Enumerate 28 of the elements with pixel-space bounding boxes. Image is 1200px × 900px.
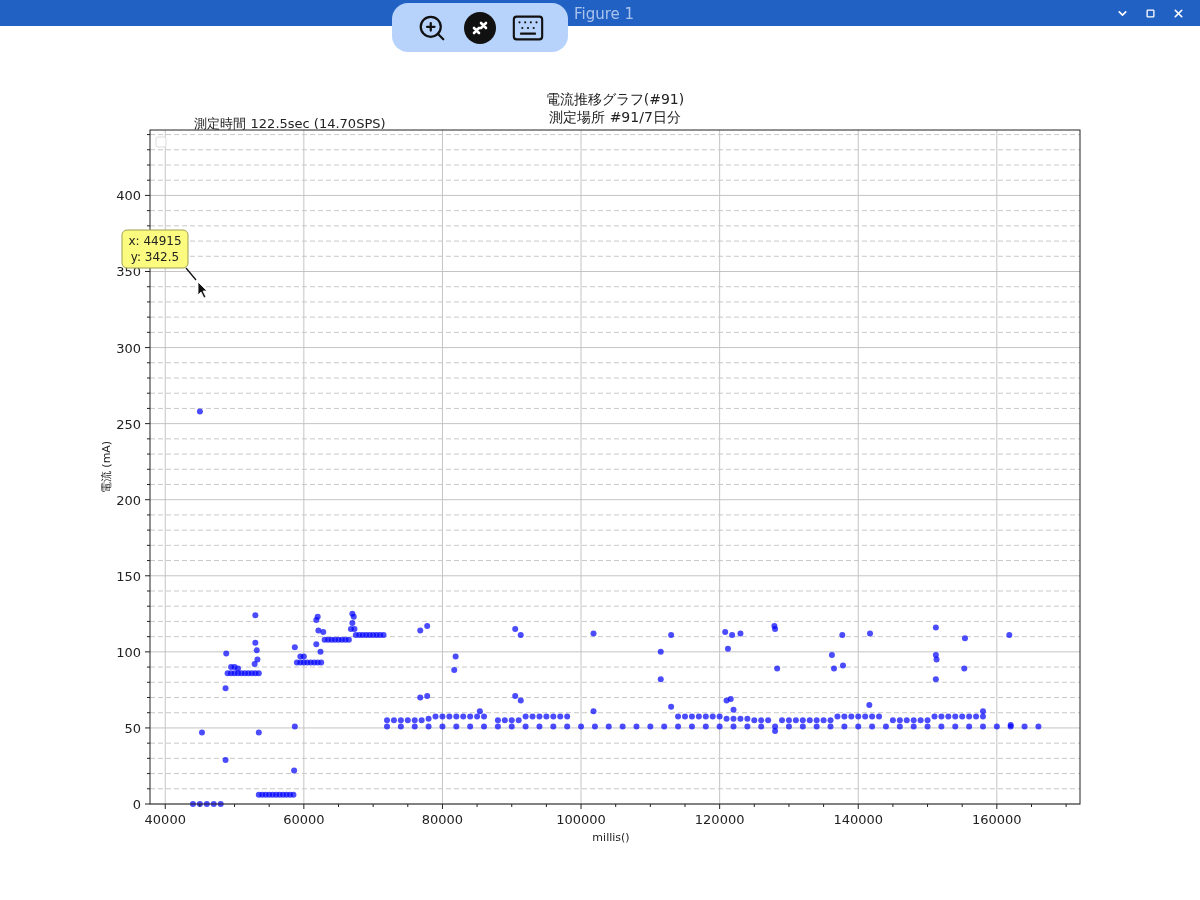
- remote-button[interactable]: [462, 9, 498, 46]
- y-tick-label: 150: [116, 568, 141, 584]
- x-axis-label: millis(): [592, 831, 630, 844]
- x-tick-label: 40000: [144, 812, 186, 827]
- chart-title: 電流推移グラフ(#91): [545, 91, 685, 107]
- x-tick-label: 60000: [283, 812, 325, 827]
- y-tick-label: 300: [116, 340, 141, 356]
- y-tick-label: 400: [116, 188, 141, 204]
- legend-box: [155, 136, 167, 148]
- x-tick-label: 140000: [833, 812, 884, 827]
- window-title: Figure 1: [574, 4, 635, 25]
- square-icon: [1145, 8, 1155, 18]
- x-tick-label: 80000: [421, 812, 464, 827]
- mouse-cursor-icon: [197, 281, 208, 299]
- x-tick-label: 160000: [972, 812, 1022, 827]
- y-tick-label: 100: [116, 644, 141, 660]
- x-tick-label: 120000: [694, 812, 745, 827]
- x-tick-label: 100000: [556, 812, 606, 827]
- y-tick-label: 250: [116, 416, 141, 432]
- leader-line: [185, 267, 197, 281]
- y-axis-label: 電流 (mA): [100, 440, 113, 494]
- chart-title: 測定場所 #91/7日分: [549, 109, 681, 125]
- y-tick-label: 0: [132, 797, 141, 812]
- y-tick-label: 50: [124, 720, 141, 736]
- collapse-arrows-icon: [464, 11, 496, 44]
- close-icon: [1171, 6, 1185, 20]
- chart-subtitle: 測定時間 122.5sec (14.70SPS): [194, 116, 386, 131]
- y-tick-label: 200: [116, 492, 141, 508]
